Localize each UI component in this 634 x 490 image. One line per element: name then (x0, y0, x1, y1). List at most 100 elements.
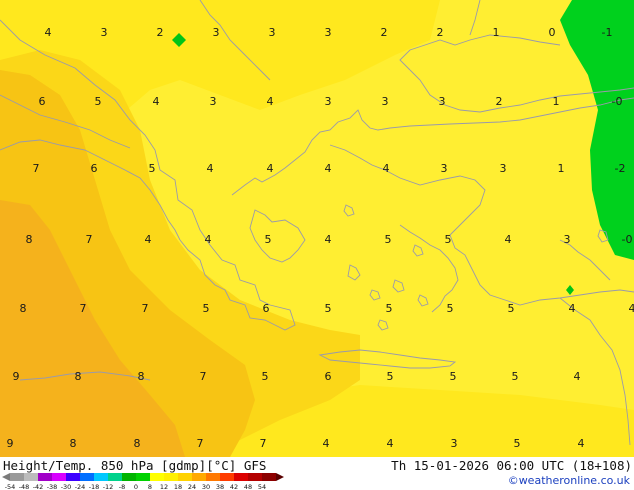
temperature-value: 5 (203, 302, 210, 315)
temperature-value: 3 (500, 162, 507, 175)
temperature-value: 4 (205, 233, 212, 246)
temperature-value: 7 (86, 233, 93, 246)
temperature-value: 3 (451, 437, 458, 450)
temperature-value: 3 (213, 26, 220, 39)
temperature-value: 8 (26, 233, 33, 246)
temperature-value: 3 (382, 95, 389, 108)
temperature-value: -0 (612, 95, 623, 108)
color-scale-swatch (178, 473, 192, 481)
temperature-value: 4 (387, 437, 394, 450)
color-scale-swatch (94, 473, 108, 481)
temperature-value: 3 (564, 233, 571, 246)
color-scale-arrow-right (276, 473, 284, 481)
color-scale-labels: -54 -48 -42 -38 -30 -24 -18 -12 -8 0 8 12 18 24 30 38 42… (5, 483, 266, 490)
color-scale-swatch (80, 473, 94, 481)
color-scale-label: -18 (89, 483, 100, 490)
temperature-value: 7 (200, 370, 207, 383)
color-scale-swatch (52, 473, 66, 481)
temperature-value: 5 (512, 370, 519, 383)
temperature-value: 5 (325, 302, 332, 315)
color-scale-swatch (10, 473, 24, 481)
color-scale-swatch (192, 473, 206, 481)
temperature-value: -2 (615, 162, 626, 175)
temperature-value: 6 (39, 95, 46, 108)
temperature-value: 4 (383, 162, 390, 175)
temperature-value: 4 (629, 302, 634, 315)
color-scale-swatch (24, 473, 38, 481)
temperature-value: 4 (45, 26, 52, 39)
temperature-value: 4 (325, 162, 332, 175)
temperature-value: 2 (437, 26, 444, 39)
color-scale-swatch (150, 473, 164, 481)
credit-link[interactable]: ©weatheronline.co.uk (508, 474, 630, 487)
temperature-value: 2 (381, 26, 388, 39)
temperature-value: 2 (157, 26, 164, 39)
temperature-value: 4 (267, 162, 274, 175)
temperature-value: 3 (325, 26, 332, 39)
temperature-value: 2 (496, 95, 503, 108)
temperature-value: 7 (142, 302, 149, 315)
temperature-value: 5 (149, 162, 156, 175)
temperature-value: 8 (75, 370, 82, 383)
temperature-value: 5 (447, 302, 454, 315)
color-scale-label: -54 (5, 483, 16, 490)
temperature-value: 5 (387, 370, 394, 383)
temperature-value: 5 (262, 370, 269, 383)
temperature-value: 7 (197, 437, 204, 450)
temperature-value: 4 (574, 370, 581, 383)
temperature-value: 1 (553, 95, 560, 108)
color-scale-swatch (108, 473, 122, 481)
color-scale-label: 54 (258, 483, 266, 490)
temperature-value: 3 (210, 95, 217, 108)
temperature-value: 4 (505, 233, 512, 246)
color-scale-label: 0 (134, 483, 138, 490)
color-scale-swatch (262, 473, 276, 481)
temperature-value: 4 (325, 233, 332, 246)
temperature-value: 3 (441, 162, 448, 175)
map-title: Height/Temp. 850 hPa [gdmp][°C] GFS (3, 458, 267, 473)
color-scale-swatches (2, 473, 284, 481)
temperature-value: 5 (445, 233, 452, 246)
color-scale-label: -48 (19, 483, 30, 490)
temperature-value: 3 (101, 26, 108, 39)
temperature-value: 0 (549, 26, 556, 39)
valid-time: Th 15-01-2026 06:00 UTC (18+108) (391, 458, 632, 473)
temperature-value: 8 (134, 437, 141, 450)
temperature-value: 4 (323, 437, 330, 450)
temperature-value: 9 (13, 370, 20, 383)
temperature-value: 5 (385, 233, 392, 246)
color-scale-label: 38 (216, 483, 224, 490)
color-scale-label: 24 (188, 483, 196, 490)
temperature-value: 6 (325, 370, 332, 383)
color-scale-label: -30 (61, 483, 72, 490)
temperature-value: 5 (386, 302, 393, 315)
color-scale-swatch (122, 473, 136, 481)
color-scale-arrow-left (2, 473, 10, 481)
color-scale-swatch (66, 473, 80, 481)
temperature-value: 4 (267, 95, 274, 108)
temperature-value: 5 (450, 370, 457, 383)
color-scale-swatch (38, 473, 52, 481)
temperature-value: 5 (508, 302, 515, 315)
color-scale-label: -42 (33, 483, 44, 490)
temperature-value: 6 (91, 162, 98, 175)
temperature-value: 6 (263, 302, 270, 315)
temperature-value: 4 (153, 95, 160, 108)
temperature-value: 1 (493, 26, 500, 39)
temperature-value: 7 (80, 302, 87, 315)
temperature-value: 4 (578, 437, 585, 450)
color-scale-label: -8 (119, 483, 125, 490)
temperature-value: 9 (7, 437, 14, 450)
color-scale-swatch (206, 473, 220, 481)
temperature-value: -0 (622, 233, 633, 246)
color-scale-label: 18 (174, 483, 182, 490)
temperature-value: 3 (325, 95, 332, 108)
color-scale-label: 30 (202, 483, 210, 490)
temperature-value: 8 (138, 370, 145, 383)
temperature-value: 3 (269, 26, 276, 39)
temperature-value: -1 (602, 26, 613, 39)
color-scale-bar: -54 -48 -42 -38 -30 -24 -18 -12 -8 0 8 12 18 24 30 38 42… (2, 473, 284, 490)
color-scale-label: 8 (148, 483, 152, 490)
color-scale-label: 42 (230, 483, 238, 490)
color-scale-swatch (220, 473, 234, 481)
